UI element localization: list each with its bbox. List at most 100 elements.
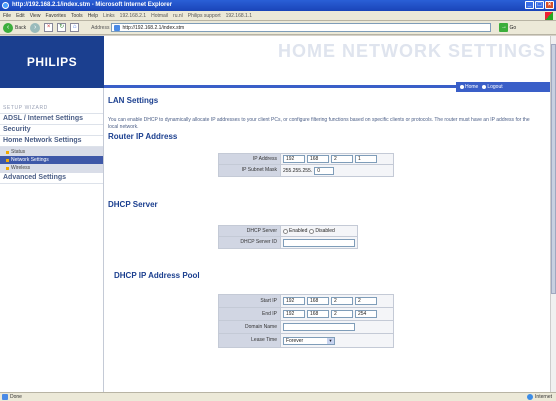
address-label: Address xyxy=(91,24,110,31)
menu-tools[interactable]: Tools xyxy=(71,13,83,19)
end-ip-octet-3[interactable]: 2 xyxy=(331,310,353,318)
dhcp-enabled-radio[interactable]: Enabled xyxy=(283,228,307,234)
internet-explorer-icon xyxy=(2,2,9,9)
end-ip-octet-1[interactable]: 192 xyxy=(283,310,305,318)
start-ip-octet-1[interactable]: 192 xyxy=(283,297,305,305)
dhcp-pool-table: Start IP 192 168 2 2 End IP 192 168 2 25… xyxy=(218,294,394,348)
dhcp-server-section-title: DHCP Server xyxy=(108,200,158,209)
minimize-button[interactable]: _ xyxy=(525,1,534,9)
subnet-mask-prefix: 255.255.255. xyxy=(283,167,313,174)
bullet-icon xyxy=(6,166,9,170)
menu-file[interactable]: File xyxy=(3,13,11,19)
address-bar: Address http://192.168.2.1/index.stm xyxy=(91,23,492,32)
main-content: LAN Settings You can enable DHCP to dyna… xyxy=(108,96,548,392)
lease-time-select[interactable]: Forever ▼ xyxy=(283,336,335,345)
ip-octet-1[interactable]: 192 xyxy=(283,155,305,163)
vertical-scrollbar[interactable] xyxy=(550,36,556,392)
scrollbar-thumb[interactable] xyxy=(551,44,556,294)
page-title: LAN Settings xyxy=(108,96,159,105)
philips-logo: PHILIPS xyxy=(0,36,104,88)
bullet-icon xyxy=(6,158,9,162)
menu-edit[interactable]: Edit xyxy=(16,13,25,19)
dhcp-enabled-label: Enabled xyxy=(289,228,308,234)
home-button[interactable]: ⌂ xyxy=(70,23,80,32)
globe-icon xyxy=(527,394,534,400)
lease-time-value: Forever xyxy=(286,337,304,344)
dhcp-server-label: DHCP Server xyxy=(219,226,281,236)
go-arrow-icon: → xyxy=(499,23,509,32)
end-ip-octet-2[interactable]: 168 xyxy=(307,310,329,318)
close-button[interactable]: × xyxy=(545,1,554,9)
home-icon xyxy=(460,85,464,89)
status-bar: Done Internet xyxy=(0,392,556,401)
subnet-mask-label: IP Subnet Mask xyxy=(219,165,281,176)
domain-name-label: Domain Name xyxy=(219,321,281,333)
back-button[interactable]: ‹ Back xyxy=(3,22,27,33)
sidebar-item-security[interactable]: Security xyxy=(0,125,103,136)
sidebar-item-adsl[interactable]: ADSL / Internet Settings xyxy=(0,114,103,125)
sidebar-sub-network-label: Network Settings xyxy=(11,157,49,163)
window-title-bar: http://192.168.2.1/index.stm - Microsoft… xyxy=(0,0,556,11)
status-text: Done xyxy=(10,394,22,400)
bullet-icon xyxy=(6,150,9,154)
security-zone-label: Internet xyxy=(535,394,552,400)
chevron-down-icon: ▼ xyxy=(327,337,334,344)
sidebar-setup-wizard[interactable]: SETUP WIZARD xyxy=(0,88,103,114)
windows-logo-icon xyxy=(545,12,553,20)
sidebar-sub-network-settings[interactable]: Network Settings xyxy=(0,156,103,164)
refresh-button[interactable]: ↻ xyxy=(57,23,67,32)
stop-button[interactable]: × xyxy=(44,23,54,32)
start-ip-octet-2[interactable]: 168 xyxy=(307,297,329,305)
sidebar: SETUP WIZARD ADSL / Internet Settings Se… xyxy=(0,88,104,392)
back-label: Back xyxy=(15,24,27,31)
logout-icon xyxy=(482,85,487,89)
logout-link[interactable]: Logout xyxy=(482,82,503,92)
ip-octet-4[interactable]: 1 xyxy=(355,155,377,163)
links-label: Links xyxy=(102,12,115,19)
link-hotmail[interactable]: Hotmail xyxy=(151,13,168,19)
link-philips-support[interactable]: Philips support xyxy=(188,13,221,19)
link-router-2[interactable]: 192.168.1.1 xyxy=(226,13,252,19)
forward-button[interactable]: › xyxy=(30,22,41,33)
start-ip-octet-4[interactable]: 2 xyxy=(355,297,377,305)
sidebar-sub-status[interactable]: Status xyxy=(0,148,103,156)
home-link[interactable]: Home xyxy=(460,82,478,92)
dhcp-pool-section-title: DHCP IP Address Pool xyxy=(114,271,200,280)
window-title: http://192.168.2.1/index.stm - Microsoft… xyxy=(12,2,173,8)
page-header-title: HOME NETWORK SETTINGS xyxy=(104,36,550,76)
sidebar-submenu: Status Network Settings Wireless xyxy=(0,147,103,173)
end-ip-octet-4[interactable]: 254 xyxy=(355,310,377,318)
sidebar-item-advanced[interactable]: Advanced Settings xyxy=(0,173,103,184)
logout-link-label: Logout xyxy=(487,84,503,90)
maximize-button[interactable]: □ xyxy=(535,1,544,9)
go-button[interactable]: → Go xyxy=(499,23,516,32)
menu-view[interactable]: View xyxy=(30,13,41,19)
link-router[interactable]: 192.168.2.1 xyxy=(120,13,146,19)
header-links: Home Logout xyxy=(456,82,550,92)
end-ip-label: End IP xyxy=(219,308,281,320)
start-ip-label: Start IP xyxy=(219,295,281,307)
sidebar-sub-wireless[interactable]: Wireless xyxy=(0,164,103,172)
subnet-mask-last-octet[interactable]: 0 xyxy=(314,166,335,175)
domain-name-input[interactable] xyxy=(283,323,355,331)
dhcp-disabled-radio[interactable]: Disabled xyxy=(309,228,335,234)
lease-time-label: Lease Time xyxy=(219,334,281,347)
ip-octet-2[interactable]: 168 xyxy=(307,155,329,163)
menu-help[interactable]: Help xyxy=(88,13,98,19)
menu-bar: File Edit View Favorites Tools Help Link… xyxy=(0,11,556,21)
router-ip-table: IP Address 192 168 2 1 IP Subnet Mask 25… xyxy=(218,153,394,177)
link-ru[interactable]: ru.nl xyxy=(173,13,183,19)
dhcp-server-table: DHCP Server Enabled Disabled DHCP Server… xyxy=(218,225,358,249)
page-description: You can enable DHCP to dynamically alloc… xyxy=(108,117,530,130)
sidebar-item-home-network[interactable]: Home Network Settings xyxy=(0,136,103,147)
dhcp-server-id-input[interactable] xyxy=(283,238,355,247)
address-input[interactable]: http://192.168.2.1/index.stm xyxy=(111,23,492,32)
sidebar-sub-wireless-label: Wireless xyxy=(11,165,31,171)
go-label: Go xyxy=(509,24,517,31)
ip-octet-3[interactable]: 2 xyxy=(331,155,353,163)
menu-favorites[interactable]: Favorites xyxy=(45,13,66,19)
start-ip-octet-3[interactable]: 2 xyxy=(331,297,353,305)
ip-address-label: IP Address xyxy=(219,154,281,164)
home-link-label: Home xyxy=(465,84,479,90)
header-divider xyxy=(104,85,484,88)
